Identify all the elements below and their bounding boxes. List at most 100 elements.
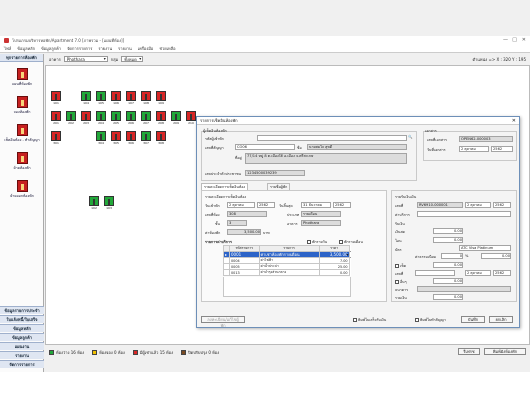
sidebar-item-checkin[interactable]: เช็คอินห้อง - ทำสัญญา [0, 124, 44, 143]
pay-year-input[interactable]: 2562 [493, 202, 511, 208]
contract-input[interactable]: CO06 [235, 144, 295, 150]
menu-customer[interactable]: ข้อมูลลูกค้า [41, 45, 61, 52]
menu-file[interactable]: ไฟล์ [4, 45, 11, 52]
doc-date-input[interactable]: 2 ตุลาคม [459, 146, 489, 152]
sidebar-item-move[interactable]: ย้ายห้องพัก [0, 152, 44, 171]
room-106[interactable]: 106 [110, 91, 122, 105]
tenant-code-input[interactable] [257, 135, 407, 141]
room-304[interactable]: 304 [95, 131, 107, 145]
bank-select[interactable] [417, 286, 511, 292]
sidebar-item-room-map[interactable]: แผนที่ห้องพัก [0, 68, 44, 87]
dialog-close-icon[interactable]: ✕ [512, 118, 516, 124]
cheque-label[interactable]: เช็ค [395, 263, 406, 269]
room-101[interactable]: 101 [50, 91, 62, 105]
print-contract-option[interactable]: พิมพ์ใบทำสัญญา [415, 317, 446, 323]
doc-year-input[interactable]: 2562 [491, 146, 513, 152]
transfer-input[interactable]: 0.00 [433, 237, 463, 243]
room-109[interactable]: 109 [155, 91, 167, 105]
room-105[interactable]: 105 [95, 91, 107, 105]
floor-select[interactable]: ทั้งหมด [121, 56, 144, 62]
start-year-input[interactable]: 2562 [257, 202, 275, 208]
room-201[interactable]: 201 [50, 111, 62, 125]
building-label: อาคาร [49, 56, 61, 62]
table-row[interactable]: ▸ 0001 ค่าเช่าห้องพักรายเดือน 3,500.00 [223, 251, 351, 258]
close-icon[interactable]: ✕ [522, 37, 526, 43]
cheque-no-input[interactable] [415, 270, 455, 276]
room-307[interactable]: 307 [140, 131, 152, 145]
room-301[interactable]: 301 [50, 131, 62, 145]
other-input[interactable]: 0.00 [433, 278, 463, 284]
cell-name: ค่าบำรุงส่วนกลาง [258, 269, 320, 276]
door-icon [156, 91, 166, 101]
cancel-button[interactable]: ยกเลิก [489, 316, 513, 323]
cheque-date-input[interactable]: 2 ตุลาคม [465, 270, 491, 276]
card-type-select[interactable]: ATC Visa Platinum [459, 245, 511, 251]
room-207[interactable]: 207 [140, 111, 152, 125]
checkbox[interactable] [395, 280, 399, 284]
menu-tools[interactable]: เครื่องมือ [138, 45, 154, 52]
menu-manage[interactable]: จัดการรายการ [67, 45, 92, 52]
start-date-input[interactable]: 2 ตุลาคม [227, 202, 255, 208]
building-select[interactable]: Phothara [63, 56, 108, 62]
room-107[interactable]: 107 [125, 91, 137, 105]
other-label[interactable]: อื่นๆ [395, 279, 407, 285]
fee-amount-input[interactable]: 0.00 [481, 253, 511, 259]
room-number: 105 [98, 101, 104, 105]
table-row[interactable]: 0013 ค่าบำรุงส่วนกลาง 0.00 [223, 269, 351, 276]
room-202[interactable]: 202 [65, 111, 77, 125]
checkbox[interactable] [415, 318, 419, 322]
sidebar-section-manage[interactable]: จัดการรายการ [0, 360, 44, 368]
room-204[interactable]: 204 [95, 111, 107, 125]
menu-master-data[interactable]: ข้อมูลหลัก [17, 45, 35, 52]
end-date-input[interactable]: 31 ธันวาคม [301, 202, 331, 208]
checkbox[interactable] [395, 264, 399, 268]
sidebar-section-report[interactable]: รายงาน [0, 351, 44, 359]
menu-report[interactable]: รายงาน [98, 45, 112, 52]
checkbox[interactable] [339, 240, 343, 244]
room-306[interactable]: 306 [125, 131, 137, 145]
sidebar-section-plan[interactable]: แผนงาน [0, 342, 44, 350]
menu-report-2[interactable]: รายงาน [118, 45, 132, 52]
tab-resident-list[interactable]: รายชื่อผู้พัก [267, 183, 291, 190]
room-203[interactable]: 203 [80, 111, 92, 125]
room-108[interactable]: 108 [140, 91, 152, 105]
pay-date-input[interactable]: 2 ตุลาคม [465, 202, 491, 208]
fee-percent-input[interactable]: 0 [441, 253, 463, 259]
refresh-button[interactable]: รีเฟรช [458, 348, 480, 355]
room-308[interactable]: 308 [155, 131, 167, 145]
type-label: ประเภท [287, 213, 300, 217]
room-104[interactable]: 104 [80, 91, 92, 105]
checkbox[interactable] [307, 240, 311, 244]
room-205[interactable]: 205 [110, 111, 122, 125]
save-button[interactable]: บันทึก [461, 316, 485, 323]
cheque-year-input[interactable]: 2562 [493, 270, 511, 276]
cheque-input[interactable]: 0.00 [433, 262, 463, 268]
room-209[interactable]: 209 [170, 111, 182, 125]
room-305[interactable]: 305 [110, 131, 122, 145]
end-year-input[interactable]: 2562 [333, 202, 351, 208]
pay-type-input[interactable] [417, 211, 511, 217]
sidebar-section-invoice[interactable]: ใบแจ้งหนี้/ใบเสร็จ [0, 315, 44, 323]
minimize-icon[interactable]: — [503, 37, 508, 43]
room-103[interactable]: 103 [103, 196, 115, 210]
cash-input[interactable]: 0.00 [433, 228, 463, 234]
menu-help[interactable]: ช่วยเหลือ [159, 45, 175, 52]
checkbox[interactable] [353, 318, 357, 322]
room-number: 101 [53, 101, 59, 105]
room-102[interactable]: 102 [88, 196, 100, 210]
register-resident-button[interactable]: ลงทะเบียน/แก้ไขผู้พัก [201, 316, 245, 328]
maximize-icon[interactable]: □ [512, 37, 517, 43]
room-number: 201 [53, 121, 59, 125]
search-icon[interactable]: 🔍 [408, 135, 412, 139]
room-206[interactable]: 206 [125, 111, 137, 125]
sidebar-section-customer[interactable]: ข้อมูลลูกค้า [0, 333, 44, 341]
option-daily-label: พักรายวัน [312, 240, 328, 244]
sidebar-item-checkout[interactable]: ย้ายออกห้องพัก [0, 180, 44, 199]
room-208[interactable]: 208 [155, 111, 167, 125]
sidebar-section-routine[interactable]: ข้อมูลรายการประจำ [0, 306, 44, 314]
print-map-button[interactable]: พิมพ์ผังห้องพัก [484, 348, 526, 355]
sidebar-item-booking[interactable]: จองห้องพัก [0, 96, 44, 115]
sidebar-section-master[interactable]: ข้อมูลหลัก [0, 324, 44, 332]
tab-checkin-details[interactable]: รายละเอียดการเช็คอินห้อง [201, 183, 249, 190]
print-receipt-option[interactable]: พิมพ์ใบเสร็จรับเงิน [353, 317, 386, 323]
